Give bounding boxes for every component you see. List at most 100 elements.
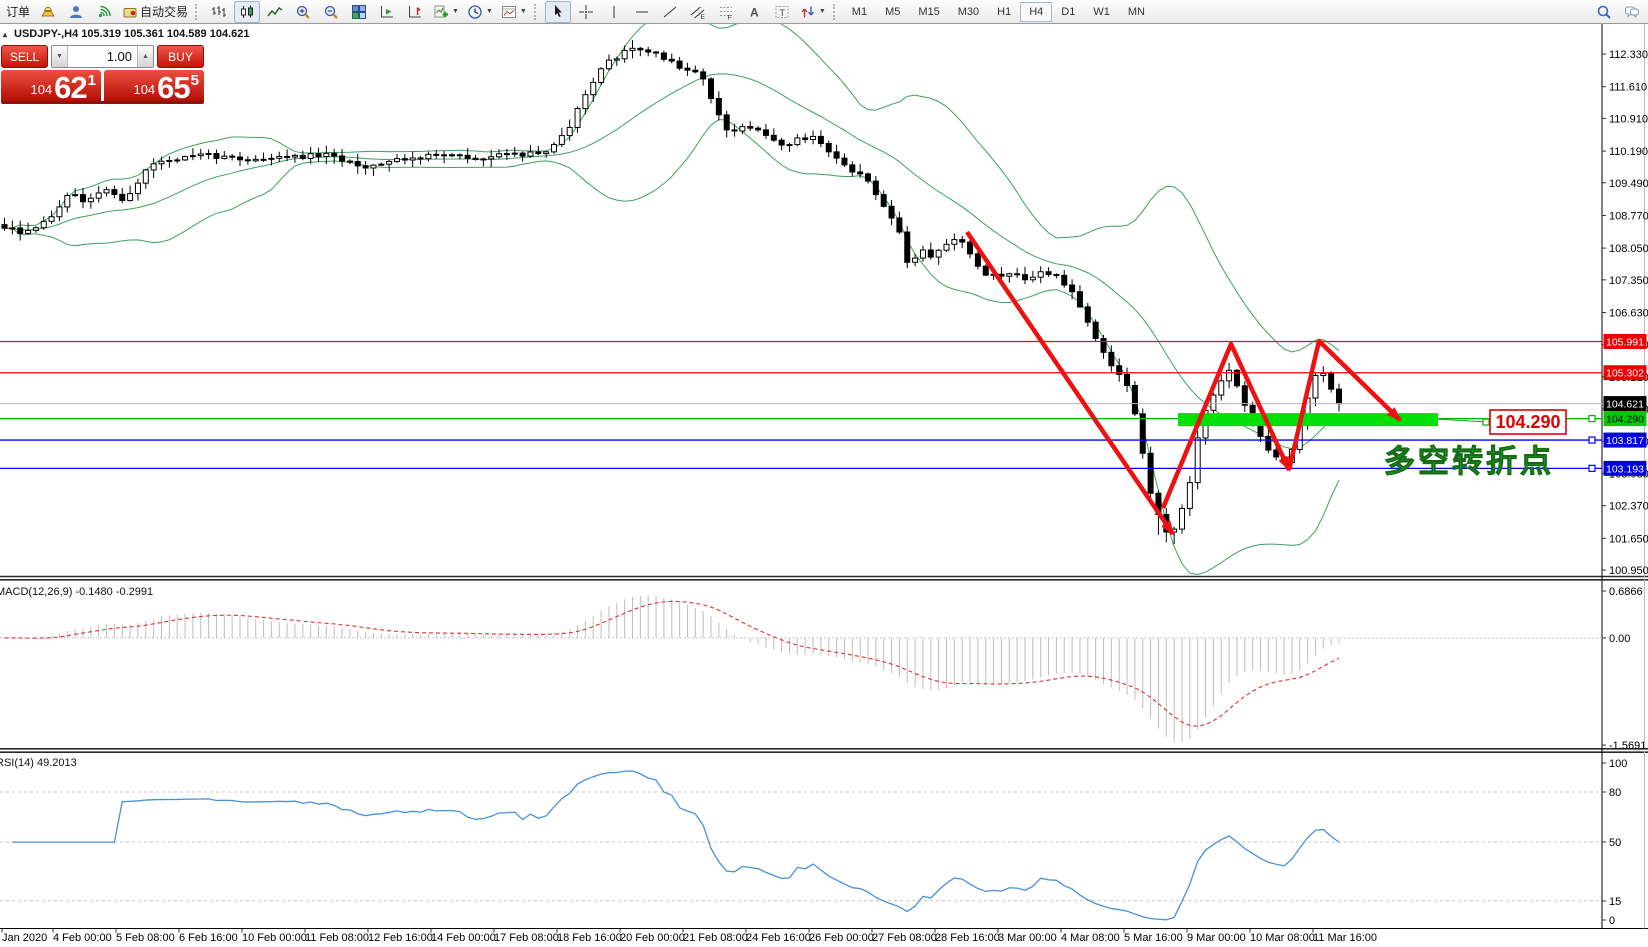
- candlestick-chart-button[interactable]: [234, 1, 260, 23]
- time-axis-label: 10 Mar 08:00: [1250, 932, 1315, 944]
- svg-text:F: F: [727, 14, 731, 20]
- time-axis-label: 6 Feb 16:00: [179, 932, 238, 944]
- buy-price-button[interactable]: 104 65 5: [104, 70, 204, 101]
- trend-icon: [662, 4, 678, 20]
- time-axis-label: Jan 2020: [2, 932, 47, 944]
- timeframe-m30-button[interactable]: M30: [949, 2, 988, 22]
- line-handle[interactable]: [1589, 437, 1595, 443]
- price-badge-text: 105.302: [1606, 368, 1644, 380]
- timeframe-w1-button[interactable]: W1: [1084, 2, 1119, 22]
- horizontal-line-button[interactable]: [629, 1, 655, 23]
- y-axis-tick: 100.950: [1609, 565, 1648, 577]
- cursor-button[interactable]: [545, 1, 571, 23]
- price-badge-text: 104.621: [1606, 399, 1644, 411]
- text-button[interactable]: A: [741, 1, 767, 23]
- timeframe-d1-button[interactable]: D1: [1052, 2, 1084, 22]
- time-axis-label: 17 Feb 08:00: [494, 932, 559, 944]
- toolbar-grip: [833, 4, 838, 20]
- chart-canvas[interactable]: 104.290多空转折点112.330111.610110.910110.190…: [0, 0, 1648, 947]
- y-axis-tick: 108.050: [1609, 243, 1648, 255]
- price-badge-text: 104.290: [1606, 414, 1644, 426]
- vertical-line-button[interactable]: [601, 1, 627, 23]
- y-axis-tick: 108.770: [1609, 210, 1648, 222]
- time-axis-label: 26 Feb 00:00: [809, 932, 874, 944]
- signals-button[interactable]: [91, 1, 117, 23]
- autotrading-button[interactable]: 自动交易: [119, 1, 191, 23]
- line-handle[interactable]: [1589, 416, 1595, 422]
- textT-icon: T: [774, 4, 790, 20]
- timeframe-mn-button[interactable]: MN: [1119, 2, 1154, 22]
- collapse-triangle-icon[interactable]: ▴: [3, 30, 7, 39]
- tag-handle[interactable]: [1483, 419, 1489, 425]
- autoscroll-icon: [379, 4, 395, 20]
- sell-button[interactable]: SELL: [1, 45, 48, 68]
- text-label-button[interactable]: T: [769, 1, 795, 23]
- volume-decrease-button[interactable]: ▼: [52, 46, 68, 67]
- timeframe-m5-button[interactable]: M5: [876, 2, 909, 22]
- rsi-indicator-label: RSI(14) 49.2013: [0, 757, 77, 769]
- time-axis-label: 12 Feb 16:00: [368, 932, 433, 944]
- toolbar-grip: [195, 4, 200, 20]
- indicators-button[interactable]: ▼: [430, 1, 462, 23]
- timeframe-h4-button[interactable]: H4: [1020, 2, 1052, 22]
- buy-price-big: 65: [157, 75, 189, 100]
- templates-icon: [501, 4, 517, 20]
- chat-icon: [1624, 4, 1640, 20]
- chevron-down-icon: ▼: [520, 8, 527, 15]
- y-axis-tick: 106.630: [1609, 307, 1648, 319]
- buy-price-prefix: 104: [133, 82, 155, 97]
- zoomin-icon: [295, 4, 311, 20]
- y-axis-tick: 109.490: [1609, 178, 1648, 190]
- chevron-down-icon: ▼: [486, 8, 493, 15]
- timeframe-h1-button[interactable]: H1: [988, 2, 1020, 22]
- gold-chart-button[interactable]: [35, 1, 61, 23]
- symbol-ohlc-readout: ▴ USDJPY-,H4 105.319 105.361 104.589 104…: [3, 28, 249, 40]
- chevron-down-icon: ▼: [819, 8, 826, 15]
- volume-spinner: ▼ 1.00 ▲: [51, 45, 154, 68]
- search-icon: [1596, 4, 1612, 20]
- timeframe-m15-button[interactable]: M15: [909, 2, 948, 22]
- volume-field[interactable]: 1.00: [68, 46, 137, 67]
- fibonacci-button[interactable]: F: [713, 1, 739, 23]
- sell-price-big: 62: [54, 75, 86, 100]
- note-text[interactable]: 多空转折点: [1384, 444, 1554, 479]
- templates-button[interactable]: ▼: [498, 1, 530, 23]
- arrows-icon: [800, 4, 816, 20]
- symbol-ohlc-text: USDJPY-,H4 105.319 105.361 104.589 104.6…: [14, 28, 249, 40]
- arrows-tool-button[interactable]: ▼: [797, 1, 829, 23]
- y-axis-tick: 110.190: [1609, 146, 1648, 158]
- new-order-button[interactable]: 订单: [3, 1, 33, 23]
- tiles-icon: [351, 4, 367, 20]
- trendline-button[interactable]: [657, 1, 683, 23]
- line-handle[interactable]: [1589, 465, 1595, 471]
- chat-button[interactable]: [1619, 1, 1645, 23]
- chartshift-icon: [407, 4, 423, 20]
- buy-button[interactable]: BUY: [157, 45, 204, 68]
- time-axis-label: 24 Feb 16:00: [746, 932, 811, 944]
- bars-icon: [211, 4, 227, 20]
- time-axis-label: 4 Mar 08:00: [1061, 932, 1120, 944]
- equidistant-channel-button[interactable]: E: [685, 1, 711, 23]
- search-button[interactable]: [1591, 1, 1617, 23]
- time-axis-label: 5 Mar 16:00: [1124, 932, 1183, 944]
- bars-chart-button[interactable]: [206, 1, 232, 23]
- profile-icon: [68, 4, 84, 20]
- market-profile-button[interactable]: [63, 1, 89, 23]
- time-axis-label: 11 Feb 08:00: [305, 932, 369, 944]
- chart-shift-button[interactable]: [402, 1, 428, 23]
- crosshair-icon: [578, 4, 594, 20]
- time-axis-label: 3 Mar 00:00: [998, 932, 1057, 944]
- timeframe-m1-button[interactable]: M1: [843, 2, 876, 22]
- periods-button[interactable]: ▼: [464, 1, 496, 23]
- signal-icon: [96, 4, 112, 20]
- zoom-in-button[interactable]: [290, 1, 316, 23]
- line-chart-button[interactable]: [262, 1, 288, 23]
- tile-windows-button[interactable]: [346, 1, 372, 23]
- candles-icon: [239, 4, 255, 20]
- sell-price-button[interactable]: 104 62 1: [1, 70, 101, 101]
- crosshair-button[interactable]: [573, 1, 599, 23]
- volume-increase-button[interactable]: ▲: [137, 46, 153, 67]
- rsi-axis-tick: 80: [1609, 787, 1621, 799]
- zoom-out-button[interactable]: [318, 1, 344, 23]
- auto-scroll-button[interactable]: [374, 1, 400, 23]
